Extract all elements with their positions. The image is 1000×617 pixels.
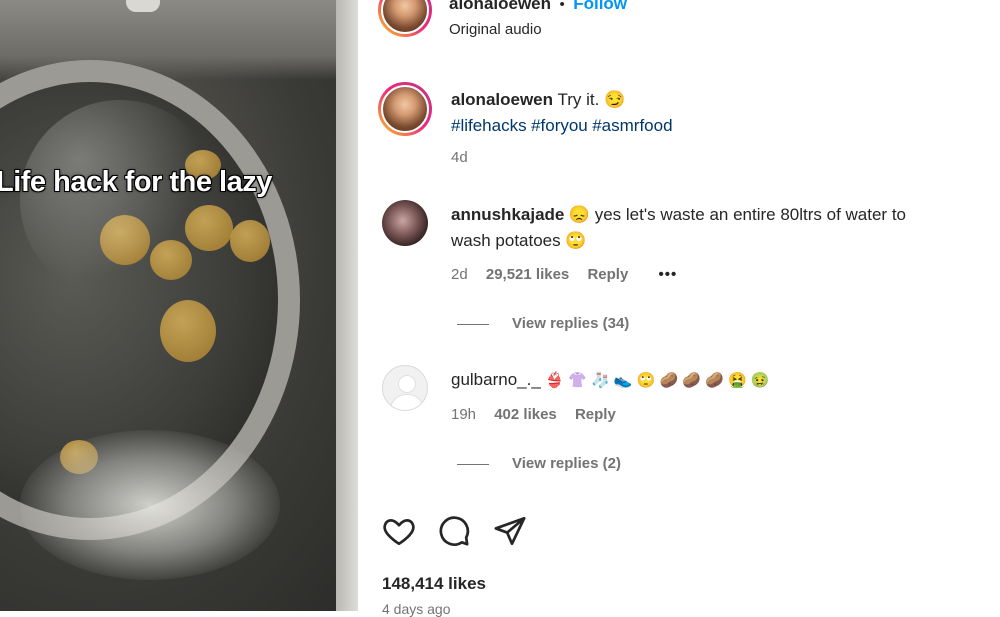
comment-text-continued: wash potatoes 🙄: [451, 231, 587, 250]
comment-time: 2d: [451, 266, 468, 283]
water-foam: [20, 430, 280, 580]
more-options-icon[interactable]: •••: [658, 266, 677, 283]
heart-icon[interactable]: [382, 514, 416, 553]
comment-likes[interactable]: 29,521 likes: [486, 266, 569, 283]
caption-hashtags: #lifehacks #foryou #asmrfood: [451, 116, 673, 136]
reply-button[interactable]: Reply: [575, 406, 616, 423]
commenter-avatar[interactable]: [382, 200, 428, 246]
default-avatar[interactable]: [382, 365, 428, 411]
comment-meta: 2d 29,521 likes Reply •••: [451, 266, 677, 283]
post-header: alonaloewen • Follow: [449, 0, 627, 14]
comment-meta: 19h 402 likes Reply: [451, 406, 616, 423]
comment-username[interactable]: annushkajade: [451, 205, 564, 224]
reply-button[interactable]: Reply: [587, 266, 628, 283]
video-overlay-text: Life hack for the lazy: [0, 166, 272, 198]
caption-text: Try it. 😏: [557, 90, 626, 109]
avatar-body-shape: [390, 394, 424, 410]
hashtag-link[interactable]: #lifehacks: [451, 116, 527, 135]
post-timestamp: 4 days ago: [382, 601, 451, 617]
hashtag-link[interactable]: #foryou: [531, 116, 588, 135]
caption-username[interactable]: alonaloewen: [451, 90, 553, 109]
replies-divider: [457, 324, 489, 325]
comment-text: 😞 yes let's waste an entire 80ltrs of wa…: [568, 205, 906, 224]
potato: [160, 300, 216, 362]
comment-line-1: annushkajade 😞 yes let's waste an entire…: [451, 205, 906, 225]
author-username[interactable]: alonaloewen: [449, 0, 551, 13]
hashtag-link[interactable]: #asmrfood: [592, 116, 672, 135]
background-wall: [336, 0, 358, 611]
caption-time: 4d: [451, 149, 468, 166]
view-replies-button[interactable]: View replies (2): [512, 455, 621, 472]
glass-glare: [20, 100, 220, 300]
post-side-panel: alonaloewen • Follow Original audio alon…: [358, 0, 1000, 617]
caption-line: alonaloewen Try it. 😏: [451, 90, 625, 110]
post-likes-count[interactable]: 148,414 likes: [382, 574, 486, 594]
caption-avatar[interactable]: [378, 82, 432, 136]
comment-line-2: gulbarno_._ 👙 👚 🧦 👟 🙄 🥔 🥔 🥔 🤮 🤢: [451, 370, 770, 390]
view-replies-button[interactable]: View replies (34): [512, 315, 629, 332]
audio-label[interactable]: Original audio: [449, 21, 542, 38]
replies-divider: [457, 464, 489, 465]
comment-username[interactable]: gulbarno_._: [451, 370, 541, 389]
comment-emoji-text: 👙 👚 🧦 👟 🙄 🥔 🥔 🥔 🤮 🤢: [545, 372, 770, 389]
comment-likes[interactable]: 402 likes: [494, 406, 557, 423]
potato: [230, 220, 270, 262]
follow-button[interactable]: Follow: [573, 0, 627, 13]
author-avatar[interactable]: [378, 0, 432, 37]
comment-time: 19h: [451, 406, 477, 423]
avatar-head-shape: [398, 375, 416, 393]
header-separator: •: [559, 0, 565, 13]
machine-knob: [126, 0, 160, 12]
comment-icon[interactable]: [437, 514, 471, 553]
share-icon[interactable]: [493, 514, 527, 553]
reel-video[interactable]: Life hack for the lazy: [0, 0, 358, 611]
